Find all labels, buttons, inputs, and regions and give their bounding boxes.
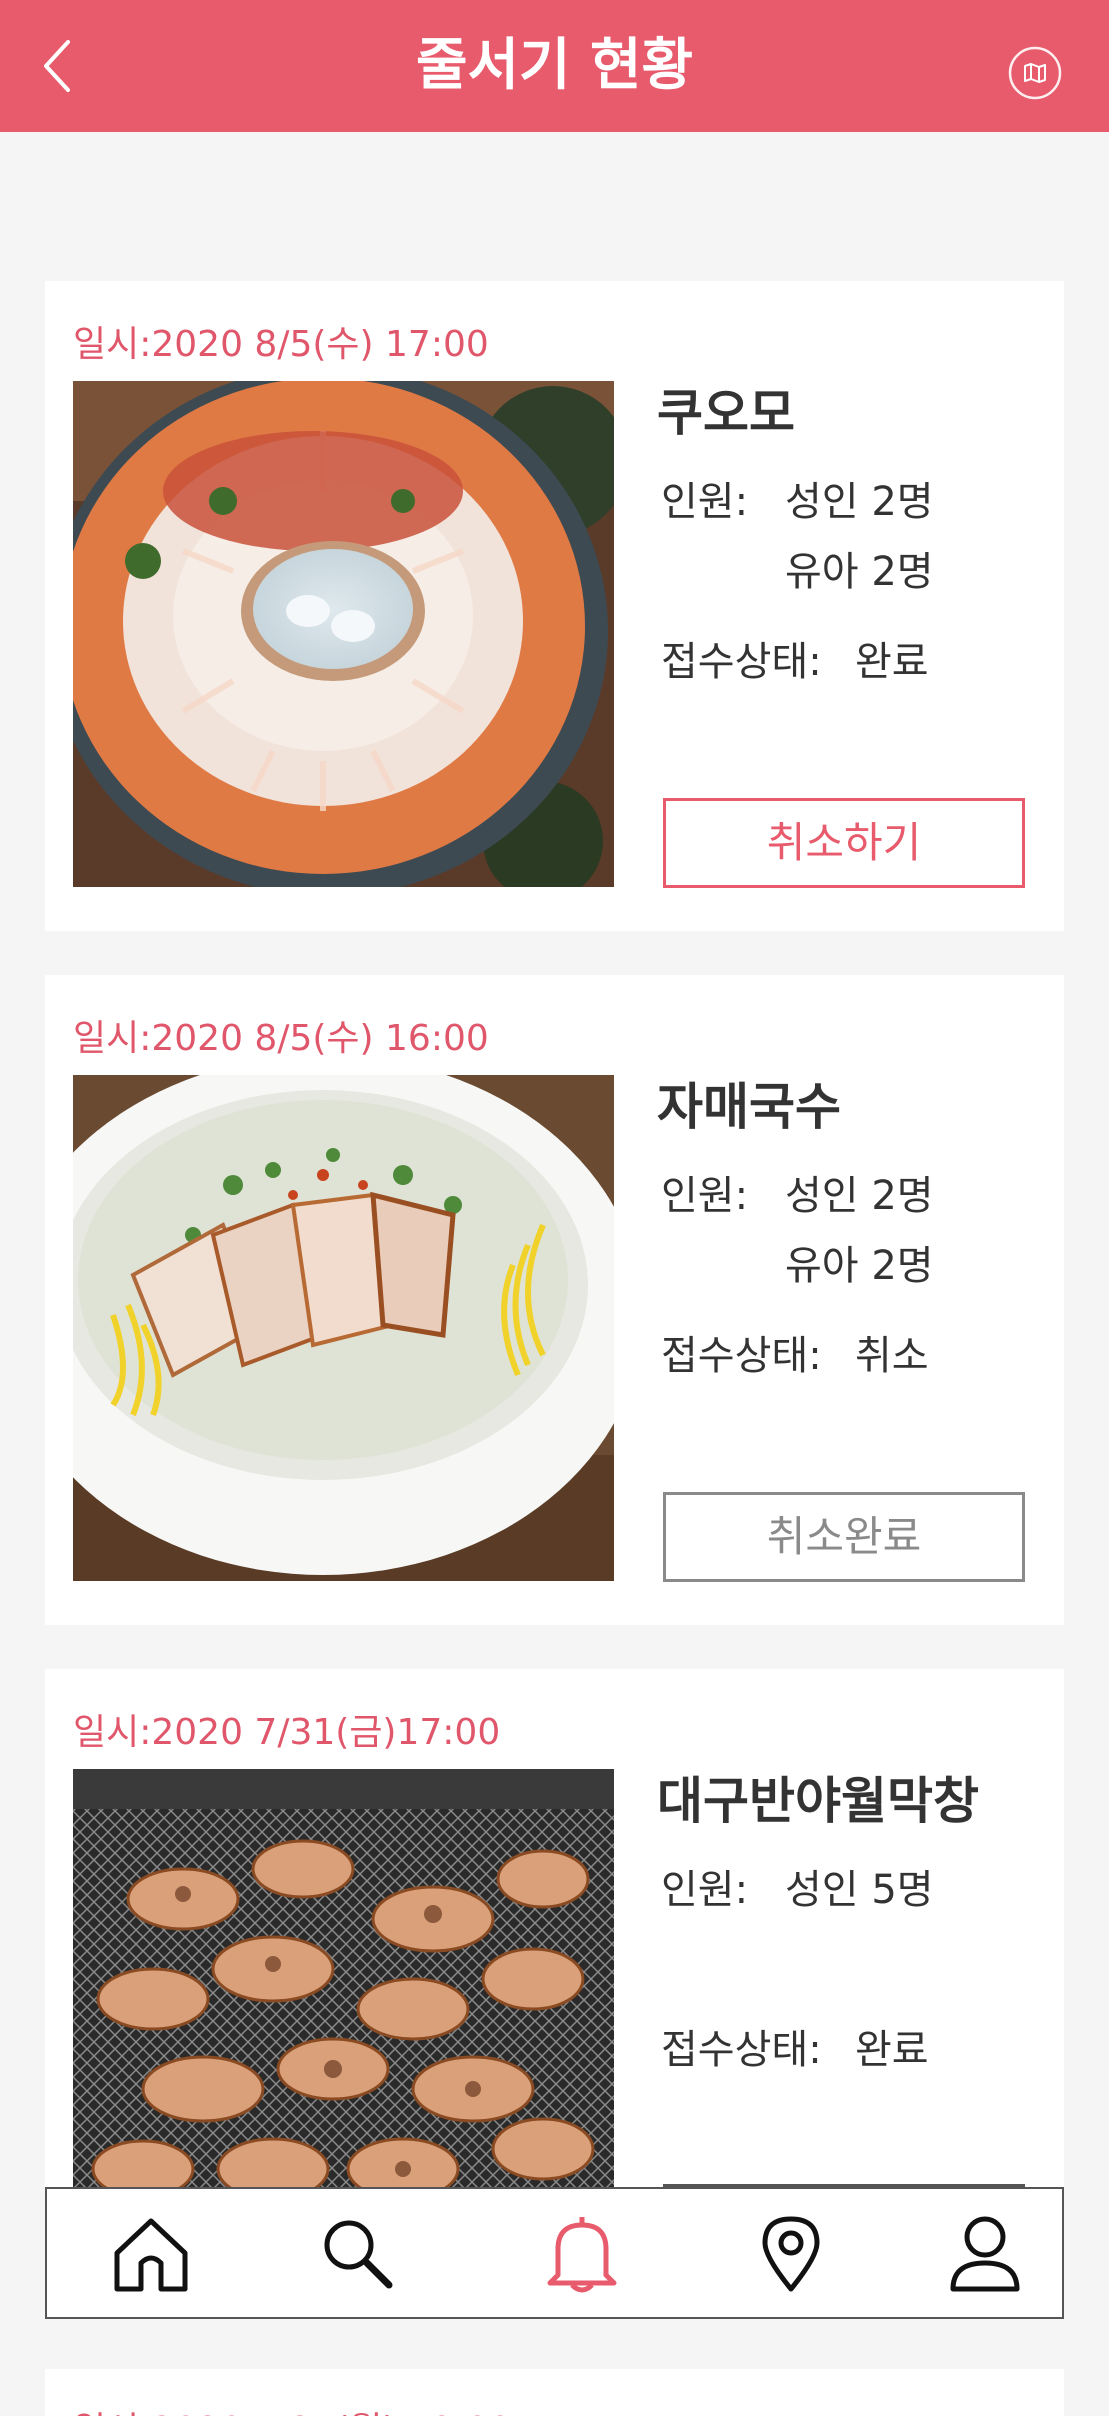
nav-home[interactable] (91, 2189, 211, 2317)
app-header: 줄서기 현황 (0, 0, 1109, 132)
restaurant-name: 쿠오모 (657, 384, 795, 442)
back-button[interactable] (38, 36, 78, 96)
restaurant-photo (73, 381, 614, 887)
nav-notifications[interactable] (522, 2189, 642, 2317)
restaurant-name: 대구반야월막창 (657, 1772, 979, 1830)
bell-icon (547, 2217, 617, 2293)
reservation-date: 일시:2020 7/31(금)17:00 (73, 1712, 501, 1753)
nav-location[interactable] (731, 2189, 851, 2317)
status-label: 접수상태: (661, 639, 822, 685)
bottom-nav-bar (45, 2187, 1064, 2319)
cancel-button[interactable]: 취소하기 (663, 798, 1025, 888)
nav-profile[interactable] (925, 2189, 1045, 2317)
reservation-date: 일시:2020 8/5(수) 17:00 (73, 324, 489, 365)
status-value: 완료 (855, 2027, 929, 2073)
search-icon (324, 2220, 393, 2289)
people-label: 인원: (661, 1173, 749, 1219)
restaurant-photo (73, 1075, 614, 1581)
reservation-date: 일시:2020 7/27(월) 19:00 (73, 2401, 512, 2416)
nav-search[interactable] (297, 2189, 417, 2317)
map-button[interactable] (1008, 46, 1062, 100)
location-pin-icon (762, 2216, 820, 2292)
page-title: 줄서기 현황 (415, 33, 694, 98)
status-value: 완료 (855, 639, 929, 685)
map-icon (1008, 46, 1062, 100)
adult-count: 성인 2명 (785, 479, 934, 525)
cancel-complete-button[interactable]: 취소완료 (663, 1492, 1025, 1582)
status-label: 접수상태: (661, 1333, 822, 1379)
reservation-card: 일시:2020 8/5(수) 16:00 자매국수 인원: 성인 2명 유아 2… (45, 975, 1064, 1625)
people-label: 인원: (661, 479, 749, 525)
status-label: 접수상태: (661, 2027, 822, 2073)
child-count: 유아 2명 (785, 549, 934, 595)
adult-count: 성인 2명 (785, 1173, 934, 1219)
reservation-card: 일시:2020 7/27(월) 19:00 (45, 2369, 1064, 2416)
child-count: 유아 2명 (785, 1243, 934, 1289)
adult-count: 성인 5명 (785, 1867, 934, 1913)
user-icon (950, 2216, 1020, 2292)
restaurant-name: 자매국수 (657, 1078, 841, 1136)
chevron-left-icon (44, 40, 70, 92)
reservation-card: 일시:2020 8/5(수) 17:00 쿠오모 인원: 성인 2명 유아 2명… (45, 281, 1064, 931)
home-icon (114, 2218, 188, 2292)
reservation-date: 일시:2020 8/5(수) 16:00 (73, 1018, 489, 1059)
status-value: 취소 (855, 1333, 929, 1379)
people-label: 인원: (661, 1867, 749, 1913)
